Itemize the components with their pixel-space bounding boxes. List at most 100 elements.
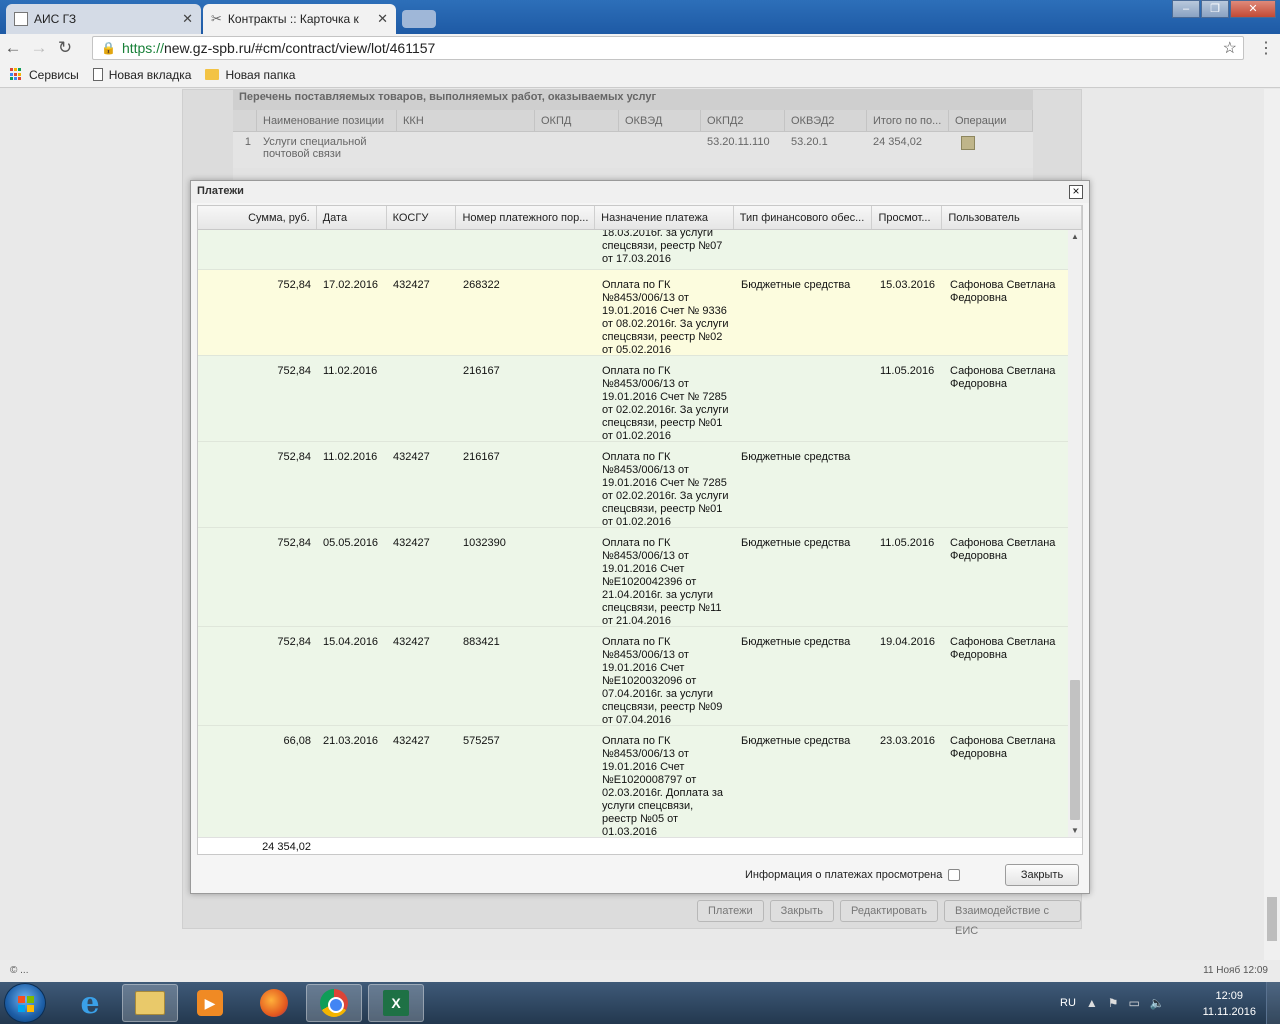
scroll-up-icon[interactable]: ▲ bbox=[1068, 232, 1082, 241]
document-icon[interactable] bbox=[961, 136, 975, 150]
forward-icon[interactable]: → bbox=[26, 38, 52, 58]
items-col-header[interactable]: Операции bbox=[949, 110, 1033, 131]
close-tab-icon[interactable]: ✕ bbox=[182, 11, 193, 27]
cell-type: Бюджетные средства bbox=[741, 451, 851, 463]
items-col-header[interactable]: ОКПД bbox=[535, 110, 619, 131]
cell-viewed bbox=[874, 442, 944, 527]
bookmark-new-tab[interactable]: Новая вкладка bbox=[92, 67, 192, 82]
col-user[interactable]: Пользователь bbox=[942, 206, 1082, 229]
col-number[interactable]: Номер платежного пор... bbox=[456, 206, 596, 229]
scroll-thumb[interactable] bbox=[1267, 897, 1277, 941]
taskbar-chrome[interactable] bbox=[306, 984, 362, 1022]
grid-header: Сумма, руб. Дата КОСГУ Номер платежного … bbox=[198, 206, 1082, 230]
close-tab-icon[interactable]: ✕ bbox=[377, 11, 388, 27]
cell-purpose: Оплата по ГК №8453/006/13 от 19.01.2016 … bbox=[602, 735, 724, 837]
close-button[interactable]: Закрыть bbox=[1005, 864, 1079, 886]
payments-button[interactable]: Платежи bbox=[697, 900, 764, 922]
cell-sum: 752,84 bbox=[277, 279, 311, 291]
taskbar-explorer[interactable] bbox=[122, 984, 178, 1022]
tab-ais-gz[interactable]: АИС ГЗ ✕ bbox=[6, 4, 201, 34]
firefox-icon bbox=[260, 989, 288, 1017]
cell-date: 05.05.2016 bbox=[323, 537, 379, 549]
cell-sum: 752,84 bbox=[277, 365, 311, 377]
tray-expand-icon[interactable]: ▲ bbox=[1086, 996, 1098, 1010]
viewed-checkbox-group: Информация о платежах просмотрена bbox=[745, 869, 961, 881]
bookmark-new-folder[interactable]: Новая папка bbox=[205, 68, 295, 82]
edit-button[interactable]: Редактировать bbox=[840, 900, 938, 922]
viewed-checkbox[interactable] bbox=[948, 869, 961, 881]
table-row[interactable]: 752,84 11.02.2016 216167 Оплата по ГК №8… bbox=[198, 356, 1068, 442]
menu-icon[interactable]: ⋮ bbox=[1258, 38, 1274, 58]
taskbar-media[interactable]: ▶ bbox=[182, 984, 238, 1022]
restore-button[interactable]: ❐ bbox=[1201, 0, 1229, 18]
tab-contracts[interactable]: ✂ Контракты :: Карточка к ✕ bbox=[203, 4, 396, 34]
cell-viewed: 19.04.2016 bbox=[880, 636, 936, 648]
items-col-header[interactable]: ОКВЭД bbox=[619, 110, 701, 131]
bookmark-services[interactable]: Сервисы bbox=[10, 68, 79, 82]
cell-date: 21.03.2016 bbox=[323, 735, 379, 747]
cell-kosgu: 432427 bbox=[393, 451, 430, 463]
network-icon[interactable]: ▭ bbox=[1129, 996, 1140, 1010]
cell-kosgu: 432427 bbox=[393, 636, 430, 648]
table-row[interactable]: 66,08 21.03.2016 432427 575257 Оплата по… bbox=[198, 726, 1068, 837]
close-icon[interactable]: × bbox=[1069, 185, 1083, 199]
cell-viewed: 23.03.2016 bbox=[880, 735, 936, 747]
col-finance-type[interactable]: Тип финансового обес... bbox=[734, 206, 873, 229]
eis-interaction-button[interactable]: Взаимодействие с ЕИС bbox=[944, 900, 1081, 937]
col-sum[interactable]: Сумма, руб. bbox=[198, 206, 317, 229]
cell-number: 216167 bbox=[463, 365, 500, 377]
table-row[interactable]: 752,84 15.04.2016 432427 883421 Оплата п… bbox=[198, 627, 1068, 726]
table-row[interactable]: 752,84 05.05.2016 432427 1032390 Оплата … bbox=[198, 528, 1068, 627]
close-card-button[interactable]: Закрыть bbox=[769, 900, 834, 922]
items-col-header[interactable]: Итого по по... bbox=[867, 110, 949, 131]
bookmark-label: Новая вкладка bbox=[108, 67, 192, 82]
taskbar-firefox[interactable] bbox=[246, 984, 302, 1022]
table-row[interactable]: 752,84 11.02.2016 432427 216167 Оплата п… bbox=[198, 442, 1068, 528]
bookmark-star-icon[interactable]: ☆ bbox=[1223, 38, 1237, 58]
taskbar-excel[interactable]: X bbox=[368, 984, 424, 1022]
new-tab-button[interactable] bbox=[402, 10, 436, 28]
close-window-button[interactable]: ✕ bbox=[1230, 0, 1276, 18]
cell-type: Бюджетные средства bbox=[741, 735, 851, 747]
start-button[interactable] bbox=[4, 983, 46, 1023]
tab-title: Контракты :: Карточка к bbox=[227, 12, 359, 26]
url-input[interactable]: 🔒 https://new.gz-spb.ru/#cm/contract/vie… bbox=[92, 36, 1244, 60]
cell-sum bbox=[198, 230, 317, 269]
bookmark-label: Сервисы bbox=[29, 67, 79, 82]
browser-titlebar: АИС ГЗ ✕ ✂ Контракты :: Карточка к ✕ – ❐… bbox=[0, 0, 1280, 34]
clock[interactable]: 12:09 11.11.2016 bbox=[1203, 988, 1256, 1020]
reload-icon[interactable]: ↻ bbox=[52, 38, 78, 58]
table-row[interactable]: 752,84 17.02.2016 432427 268322 Оплата п… bbox=[198, 270, 1068, 356]
media-player-icon: ▶ bbox=[197, 990, 223, 1016]
scroll-down-icon[interactable]: ▼ bbox=[1068, 826, 1082, 835]
page-icon bbox=[14, 12, 28, 26]
viewed-checkbox-label: Информация о платежах просмотрена bbox=[745, 869, 943, 881]
scroll-thumb[interactable] bbox=[1070, 680, 1080, 820]
flag-icon[interactable]: ⚑ bbox=[1108, 996, 1119, 1010]
volume-icon[interactable]: 🔈 bbox=[1150, 996, 1165, 1010]
cell-viewed bbox=[874, 230, 944, 269]
col-date[interactable]: Дата bbox=[317, 206, 387, 229]
items-col-header[interactable]: Наименование позиции bbox=[257, 110, 397, 131]
page-scrollbar[interactable] bbox=[1264, 89, 1280, 960]
grid-scrollbar[interactable]: ▲ ▼ bbox=[1068, 230, 1082, 837]
language-indicator[interactable]: RU bbox=[1060, 997, 1076, 1009]
items-row[interactable]: 1 Услуги специальной почтовой связи 53.2… bbox=[233, 132, 1033, 168]
items-col-header[interactable]: ОКВЭД2 bbox=[785, 110, 867, 131]
col-viewed[interactable]: Просмот... bbox=[872, 206, 943, 229]
col-purpose[interactable]: Назначение платежа bbox=[595, 206, 734, 229]
items-col-header[interactable]: ККН bbox=[397, 110, 535, 131]
table-row[interactable]: 18.03.2016г. за услуги спецсвязи, реестр… bbox=[198, 230, 1068, 270]
cell-purpose: Оплата по ГК №8453/006/13 от 19.01.2016 … bbox=[602, 365, 729, 441]
col-kosgu[interactable]: КОСГУ bbox=[387, 206, 457, 229]
back-icon[interactable]: ← bbox=[0, 38, 26, 58]
folder-icon bbox=[205, 69, 220, 80]
taskbar-ie[interactable]: e bbox=[62, 984, 118, 1022]
status-bar: © ... 11 Нояб 12:09 bbox=[0, 960, 1280, 982]
clock-time: 12:09 bbox=[1215, 990, 1244, 1002]
cell-user bbox=[944, 442, 1068, 527]
show-desktop-button[interactable] bbox=[1266, 982, 1280, 1024]
minimize-button[interactable]: – bbox=[1172, 0, 1200, 18]
items-col-header[interactable]: ОКПД2 bbox=[701, 110, 785, 131]
cell-number: 575257 bbox=[463, 735, 500, 747]
